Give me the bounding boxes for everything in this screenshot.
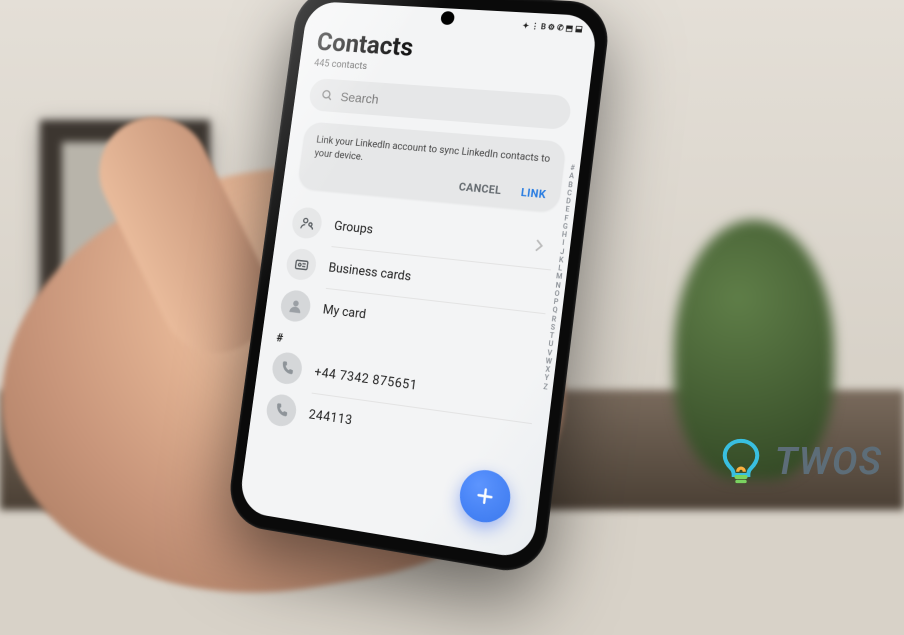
index-letter[interactable]: # — [570, 164, 575, 173]
cancel-button[interactable]: CANCEL — [458, 180, 502, 197]
avatar-icon — [279, 289, 312, 324]
index-letter[interactable]: I — [562, 239, 565, 248]
search-input[interactable] — [340, 89, 559, 120]
main-list: Groups Business cards — [264, 201, 556, 467]
plus-icon — [473, 483, 498, 509]
index-letter[interactable]: Z — [543, 382, 548, 391]
add-contact-fab[interactable] — [457, 467, 513, 526]
app-content: Contacts 445 contacts Link your LinkedIn… — [250, 21, 596, 470]
contact-number: 244113 — [308, 407, 354, 428]
business-cards-label: Business cards — [328, 260, 412, 284]
phone-avatar-icon — [265, 393, 298, 429]
linkedin-sync-card: Link your LinkedIn account to sync Linke… — [297, 121, 567, 212]
contact-number: +44 7342 875651 — [314, 365, 419, 394]
chevron-right-icon — [533, 237, 544, 257]
status-icons: ✦ ⋮ B ⚙ ✆ ⬒ ⬓ — [522, 21, 583, 33]
index-letter[interactable]: E — [565, 205, 570, 214]
search-field[interactable] — [308, 78, 573, 130]
groups-icon — [290, 206, 323, 240]
index-letter[interactable]: F — [564, 214, 569, 223]
brand-text: TWOS — [775, 440, 882, 484]
search-icon — [320, 88, 334, 102]
brand-logo: TWOS — [715, 436, 882, 488]
groups-label: Groups — [333, 219, 374, 238]
link-button[interactable]: LINK — [520, 186, 547, 201]
business-cards-icon — [285, 247, 318, 281]
phone-avatar-icon — [270, 351, 303, 386]
lightbulb-icon — [715, 436, 767, 488]
my-card-label: My card — [322, 302, 367, 322]
